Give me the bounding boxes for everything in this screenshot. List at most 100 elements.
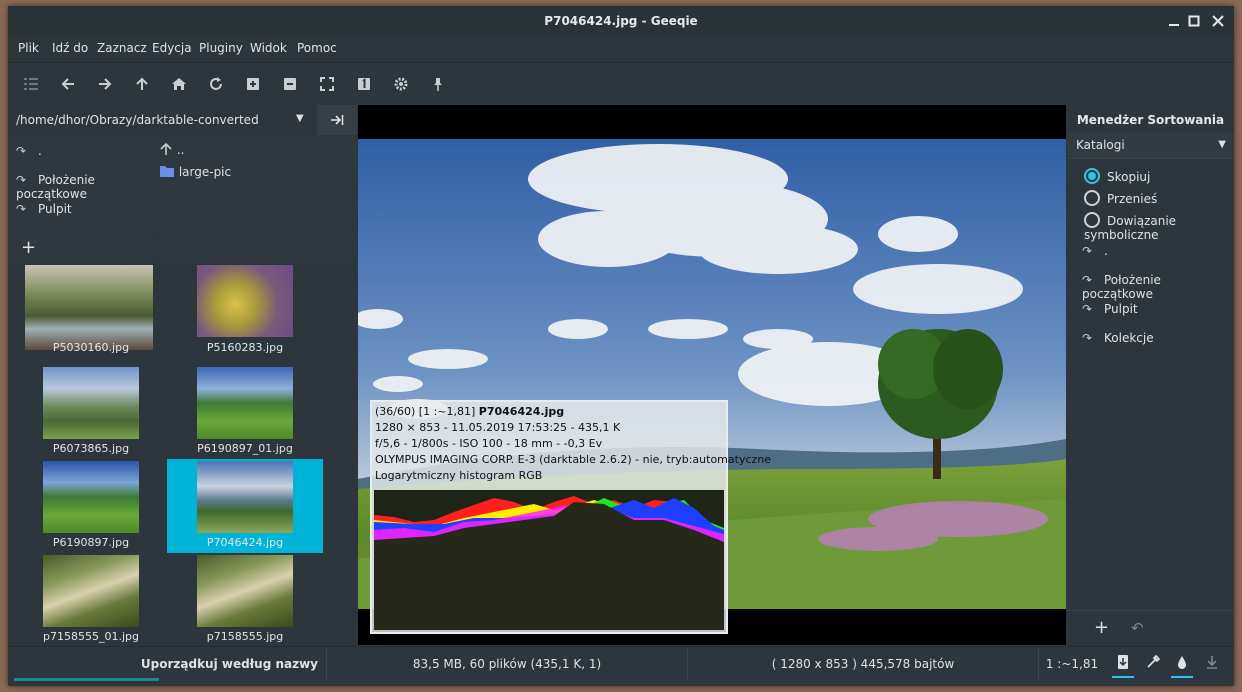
thumbnail-item[interactable]: P5160283.jpg: [167, 264, 323, 358]
thumbnail-item[interactable]: P6190897.jpg: [13, 459, 169, 553]
sort-bookmark-item[interactable]: ↷ Kolekcje: [1082, 331, 1154, 345]
thumbnail-item[interactable]: p7158555_01.jpg: [13, 553, 169, 644]
download-icon[interactable]: [1201, 654, 1223, 676]
thumbnail-image: [43, 367, 139, 439]
export-icon[interactable]: [1112, 654, 1134, 678]
add-icon[interactable]: +: [1094, 617, 1109, 638]
dir-item-parent[interactable]: ..: [159, 142, 184, 157]
bookmark-item[interactable]: ↷.: [16, 144, 42, 158]
sort-bookmark-label: Pulpit: [1104, 302, 1138, 316]
sort-bookmark-item[interactable]: ↷ Pulpit: [1082, 302, 1138, 316]
bookmark-icon: ↷: [16, 173, 27, 187]
sort-manager-title: Menedżer Sortowania: [1076, 113, 1225, 127]
sort-bookmark-label: .: [1104, 244, 1108, 258]
radio-przenies[interactable]: Przenieś: [1084, 190, 1242, 206]
undo-icon[interactable]: ↶: [1131, 619, 1144, 637]
menu-zaznacz[interactable]: Zaznacz: [97, 41, 147, 55]
minimize-icon[interactable]: [1166, 13, 1182, 29]
thumbnail-item[interactable]: p7158555.jpg: [167, 553, 323, 644]
back-icon[interactable]: [57, 73, 79, 95]
sort-order-label: Uporządkuj według nazwy: [140, 657, 318, 671]
bookmark-icon: ↷: [16, 202, 27, 216]
menu-bar: Plik Idź do Zaznacz Edycja Pluginy Widok…: [8, 36, 1234, 60]
active-underline: [1112, 676, 1134, 678]
menu-edycja[interactable]: Edycja: [152, 41, 192, 55]
home-icon[interactable]: [168, 73, 190, 95]
thumbnail-item[interactable]: P5030160.jpg: [13, 264, 169, 358]
thumbnail-item[interactable]: P6190897_01.jpg: [167, 365, 323, 459]
refresh-icon[interactable]: [205, 73, 227, 95]
dir-item-large-pic[interactable]: large-pic: [159, 164, 231, 179]
list-icon[interactable]: [20, 73, 42, 95]
file-count-status: 83,5 MB, 60 plików (435,1 K, 1): [327, 647, 688, 681]
bookmark-item[interactable]: ↷ Położenie początkowe: [16, 173, 154, 201]
bookmark-icon: ↷: [1082, 302, 1093, 316]
folder-icon: [160, 166, 174, 177]
thumbnail-caption: P5160283.jpg: [206, 341, 284, 354]
radio-unchecked-icon: [1084, 212, 1100, 228]
rgb-histogram: [374, 490, 724, 630]
thumbnail-image: [197, 555, 293, 627]
directory-list: .. large-pic: [155, 136, 357, 263]
add-bookmark-icon[interactable]: +: [21, 237, 36, 258]
osd-line-1: (36/60) [1 :~1,81] P7046424.jpg: [375, 405, 564, 418]
info-overlay: (36/60) [1 :~1,81] P7046424.jpg 1280 × 8…: [370, 400, 771, 634]
menu-plik[interactable]: Plik: [18, 41, 39, 55]
close-icon[interactable]: [1210, 13, 1226, 29]
thumbnail-image: [43, 555, 139, 627]
zoom-out-icon[interactable]: [279, 73, 301, 95]
radio-unchecked-icon: [1084, 190, 1100, 206]
radio-checked-icon: [1084, 168, 1100, 184]
title-bar: P7046424.jpg - Geeqie: [8, 6, 1234, 36]
bookmark-list: ↷. ↷ Położenie początkowe ↷ Pulpit: [8, 136, 154, 232]
up-icon[interactable]: [131, 73, 153, 95]
toolbar: [8, 62, 1234, 105]
go-to-path-button[interactable]: [317, 105, 357, 135]
osd-index: (36/60) [1 :~1,81]: [375, 405, 479, 418]
image-dimensions-status: ( 1280 x 853 ) 445,578 bajtów: [688, 647, 1039, 681]
zoom-1-icon[interactable]: [353, 73, 375, 95]
sort-manager-combo[interactable]: Katalogi ▼: [1067, 132, 1234, 159]
dir-label: large-pic: [178, 165, 232, 179]
thumbnail-grid: P5030160.jpg P5160283.jpg P6073865.jpg P…: [8, 264, 357, 644]
app-window: P7046424.jpg - Geeqie Plik Idź do Zaznac…: [8, 6, 1234, 686]
radio-label: Skopiuj: [1107, 170, 1151, 184]
taskbar-strip: [14, 678, 159, 681]
thumbnail-caption: P5030160.jpg: [52, 341, 130, 354]
chevron-down-icon[interactable]: ▼: [296, 113, 304, 124]
radio-dowiazanie[interactable]: Dowiązanie symboliczne: [1084, 212, 1242, 242]
zoom-in-icon[interactable]: [242, 73, 264, 95]
osd-line-4: OLYMPUS IMAGING CORP. E-3 (darktable 2.6…: [375, 453, 772, 466]
pin-icon[interactable]: [427, 73, 449, 95]
active-underline: [1171, 676, 1193, 678]
path-combo[interactable]: /home/dhor/Obrazy/darktable-converted ▼: [8, 105, 316, 135]
menu-idz-do[interactable]: Idź do: [52, 41, 88, 55]
sort-bookmark-item[interactable]: ↷.: [1082, 244, 1108, 258]
thumbnail-item[interactable]: P6073865.jpg: [13, 365, 169, 459]
bookmark-item[interactable]: ↷ Pulpit: [16, 202, 72, 216]
bookmark-icon: ↷: [1082, 273, 1093, 287]
settings-icon[interactable]: [390, 73, 412, 95]
thumbnail-item-selected[interactable]: P7046424.jpg: [167, 459, 323, 553]
color-picker-icon[interactable]: [1142, 654, 1164, 676]
bookmark-icon: ↷: [1082, 331, 1093, 345]
maximize-icon[interactable]: [1186, 13, 1202, 29]
bookmark-icon: ↷: [1082, 244, 1093, 258]
dir-label: ..: [176, 143, 185, 157]
menu-pluginy[interactable]: Pluginy: [199, 41, 243, 55]
sort-order-button[interactable]: Uporządkuj według nazwy: [8, 647, 327, 681]
thumbnail-image: [197, 367, 293, 439]
forward-icon[interactable]: [94, 73, 116, 95]
drop-icon[interactable]: [1171, 654, 1193, 678]
zoom-status: 1 :~1,81: [1045, 657, 1099, 671]
menu-widok[interactable]: Widok: [250, 41, 287, 55]
thumbnail-caption: P6073865.jpg: [52, 442, 130, 455]
up-arrow-icon: [160, 142, 172, 155]
thumbnail-caption: P6190897_01.jpg: [197, 442, 293, 455]
image-viewer[interactable]: (36/60) [1 :~1,81] P7046424.jpg 1280 × 8…: [358, 105, 1066, 645]
thumbnail-image: [197, 265, 293, 337]
radio-skopiuj[interactable]: Skopiuj: [1084, 168, 1242, 184]
menu-pomoc[interactable]: Pomoc: [297, 41, 337, 55]
fit-icon[interactable]: [316, 73, 338, 95]
sort-bookmark-item[interactable]: ↷ Położenie początkowe: [1082, 273, 1234, 301]
